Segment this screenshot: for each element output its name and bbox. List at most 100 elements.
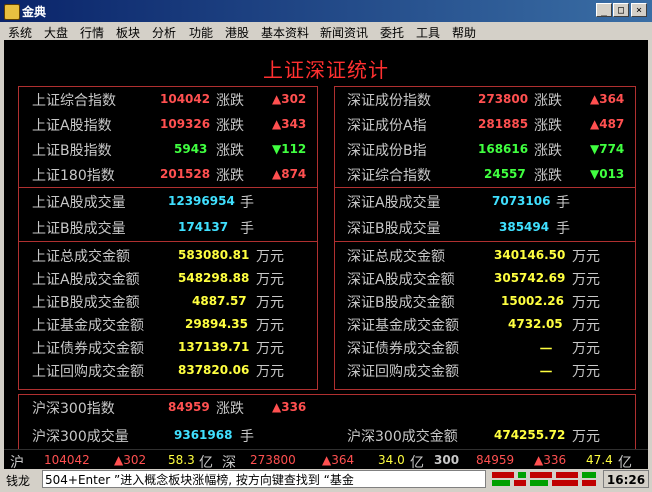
gauge-bar bbox=[556, 472, 578, 478]
index-value: 273800 bbox=[478, 92, 529, 106]
index-value: 168616 bbox=[478, 142, 529, 156]
clock: 16:26 bbox=[603, 470, 649, 488]
menu-tools[interactable]: 工具 bbox=[416, 24, 440, 41]
gauge-bar bbox=[530, 472, 552, 478]
gauge-bar bbox=[514, 480, 526, 486]
sz-amount: 34.0 bbox=[378, 453, 405, 467]
app-label: 钱龙 bbox=[6, 474, 31, 488]
hs300-amount-name: 沪深300成交金额 bbox=[347, 429, 458, 445]
amount-name: 深证基金成交金额 bbox=[347, 318, 459, 334]
menu-fundamentals[interactable]: 基本资料 bbox=[261, 24, 309, 41]
amount-unit: 万元 bbox=[572, 364, 600, 380]
amount-unit: 万元 bbox=[256, 295, 284, 311]
index-value: 104042 bbox=[160, 92, 211, 106]
menu-bar: 系统 大盘 行情 板块 分析 功能 港股 基本资料 新闻资讯 委托 工具 帮助 bbox=[0, 22, 652, 40]
index-value: 281885 bbox=[478, 117, 529, 131]
minimize-button[interactable]: _ bbox=[596, 3, 612, 17]
sh-amount: 58.3 bbox=[168, 453, 195, 467]
sh-index-change: ▲302 bbox=[114, 453, 147, 467]
amount-value: 一 bbox=[540, 342, 553, 356]
volume-value: 7073106 bbox=[492, 194, 551, 208]
change-label: 涨跌 bbox=[534, 118, 562, 134]
index-name: 上证综合指数 bbox=[32, 93, 116, 109]
change-label: 涨跌 bbox=[216, 143, 244, 159]
index-change: ▼013 bbox=[590, 167, 625, 181]
amount-unit: 万元 bbox=[256, 249, 284, 265]
volume-value: 12396954 bbox=[168, 194, 235, 208]
change-label: 涨跌 bbox=[216, 168, 244, 184]
amount-value: 4887.57 bbox=[192, 294, 247, 308]
divider bbox=[334, 187, 636, 188]
volume-unit: 手 bbox=[556, 195, 570, 211]
hs300-index-value: 84959 bbox=[168, 400, 210, 414]
menu-quotes[interactable]: 行情 bbox=[80, 24, 104, 41]
amount-unit: 万元 bbox=[572, 295, 600, 311]
amount-unit: 万元 bbox=[572, 341, 600, 357]
index-value: 5943 bbox=[174, 142, 208, 156]
amount-name: 上证A股成交金额 bbox=[32, 272, 140, 288]
gauge-bar bbox=[492, 472, 514, 478]
index-change: ▲343 bbox=[272, 117, 307, 131]
hs300-status-change: ▲336 bbox=[534, 453, 567, 467]
menu-help[interactable]: 帮助 bbox=[452, 24, 476, 41]
menu-news[interactable]: 新闻资讯 bbox=[320, 24, 368, 41]
menu-trading[interactable]: 委托 bbox=[380, 24, 404, 41]
index-change: ▲302 bbox=[272, 92, 307, 106]
amount-unit: 万元 bbox=[256, 272, 284, 288]
amount-value: 340146.50 bbox=[494, 248, 566, 262]
divider bbox=[334, 241, 636, 242]
amount-value: 一 bbox=[540, 365, 553, 379]
amount-unit: 万元 bbox=[572, 272, 600, 288]
gauge-bar bbox=[582, 472, 596, 478]
hs300-amount-value: 474255.72 bbox=[494, 428, 566, 442]
amount-unit: 万元 bbox=[572, 249, 600, 265]
maximize-button[interactable]: □ bbox=[613, 3, 629, 17]
index-value: 201528 bbox=[160, 167, 211, 181]
info-ticker: 504+Enter ”进入概念板块涨幅榜, 按方向键查找到 “基金 bbox=[42, 470, 486, 488]
change-label: 涨跌 bbox=[534, 143, 562, 159]
amount-name: 上证债券成交金额 bbox=[32, 341, 144, 357]
market-gauges bbox=[488, 470, 600, 488]
index-name: 深证成份A指 bbox=[347, 118, 427, 134]
index-name: 上证180指数 bbox=[32, 168, 115, 184]
gauge-bar bbox=[552, 480, 578, 486]
change-label: 涨跌 bbox=[216, 93, 244, 109]
menu-analysis[interactable]: 分析 bbox=[152, 24, 176, 41]
amount-name: 上证基金成交金额 bbox=[32, 318, 144, 334]
menu-market[interactable]: 大盘 bbox=[44, 24, 68, 41]
index-value: 24557 bbox=[484, 167, 526, 181]
change-label: 涨跌 bbox=[534, 93, 562, 109]
amount-value: 29894.35 bbox=[185, 317, 249, 331]
close-button[interactable]: × bbox=[631, 3, 647, 17]
change-label: 涨跌 bbox=[534, 168, 562, 184]
statistics-screen: 上证深证统计 上证综合指数 104042 涨跌 ▲302 上证A股指数 1093… bbox=[4, 40, 648, 469]
volume-unit: 手 bbox=[556, 221, 570, 237]
amount-value: 4732.05 bbox=[508, 317, 563, 331]
index-name: 深证成份指数 bbox=[347, 93, 431, 109]
change-label: 涨跌 bbox=[216, 401, 244, 417]
amount-value: 137139.71 bbox=[178, 340, 250, 354]
amount-name: 上证总成交金额 bbox=[32, 249, 130, 265]
volume-name: 深证A股成交量 bbox=[347, 195, 441, 211]
gauge-bar bbox=[582, 480, 596, 486]
amount-name: 上证B股成交金额 bbox=[32, 295, 140, 311]
gauge-bar bbox=[492, 480, 510, 486]
menu-system[interactable]: 系统 bbox=[8, 24, 32, 41]
menu-sectors[interactable]: 板块 bbox=[116, 24, 140, 41]
volume-value: 174137 bbox=[178, 220, 229, 234]
index-change: ▲874 bbox=[272, 167, 307, 181]
index-change: ▲487 bbox=[590, 117, 625, 131]
amount-name: 深证B股成交金额 bbox=[347, 295, 455, 311]
amount-name: 深证A股成交金额 bbox=[347, 272, 455, 288]
amount-unit: 万元 bbox=[256, 318, 284, 334]
sh-index-value: 104042 bbox=[44, 453, 90, 467]
amount-value: 837820.06 bbox=[178, 363, 250, 377]
amount-name: 深证总成交金额 bbox=[347, 249, 445, 265]
sz-index-value: 273800 bbox=[250, 453, 296, 467]
menu-functions[interactable]: 功能 bbox=[189, 24, 213, 41]
title-bar: 金典 _ □ × bbox=[0, 0, 652, 22]
menu-hk-stocks[interactable]: 港股 bbox=[225, 24, 249, 41]
window-title: 金典 bbox=[22, 5, 47, 19]
divider bbox=[18, 241, 318, 242]
hs300-volume-value: 9361968 bbox=[174, 428, 233, 442]
